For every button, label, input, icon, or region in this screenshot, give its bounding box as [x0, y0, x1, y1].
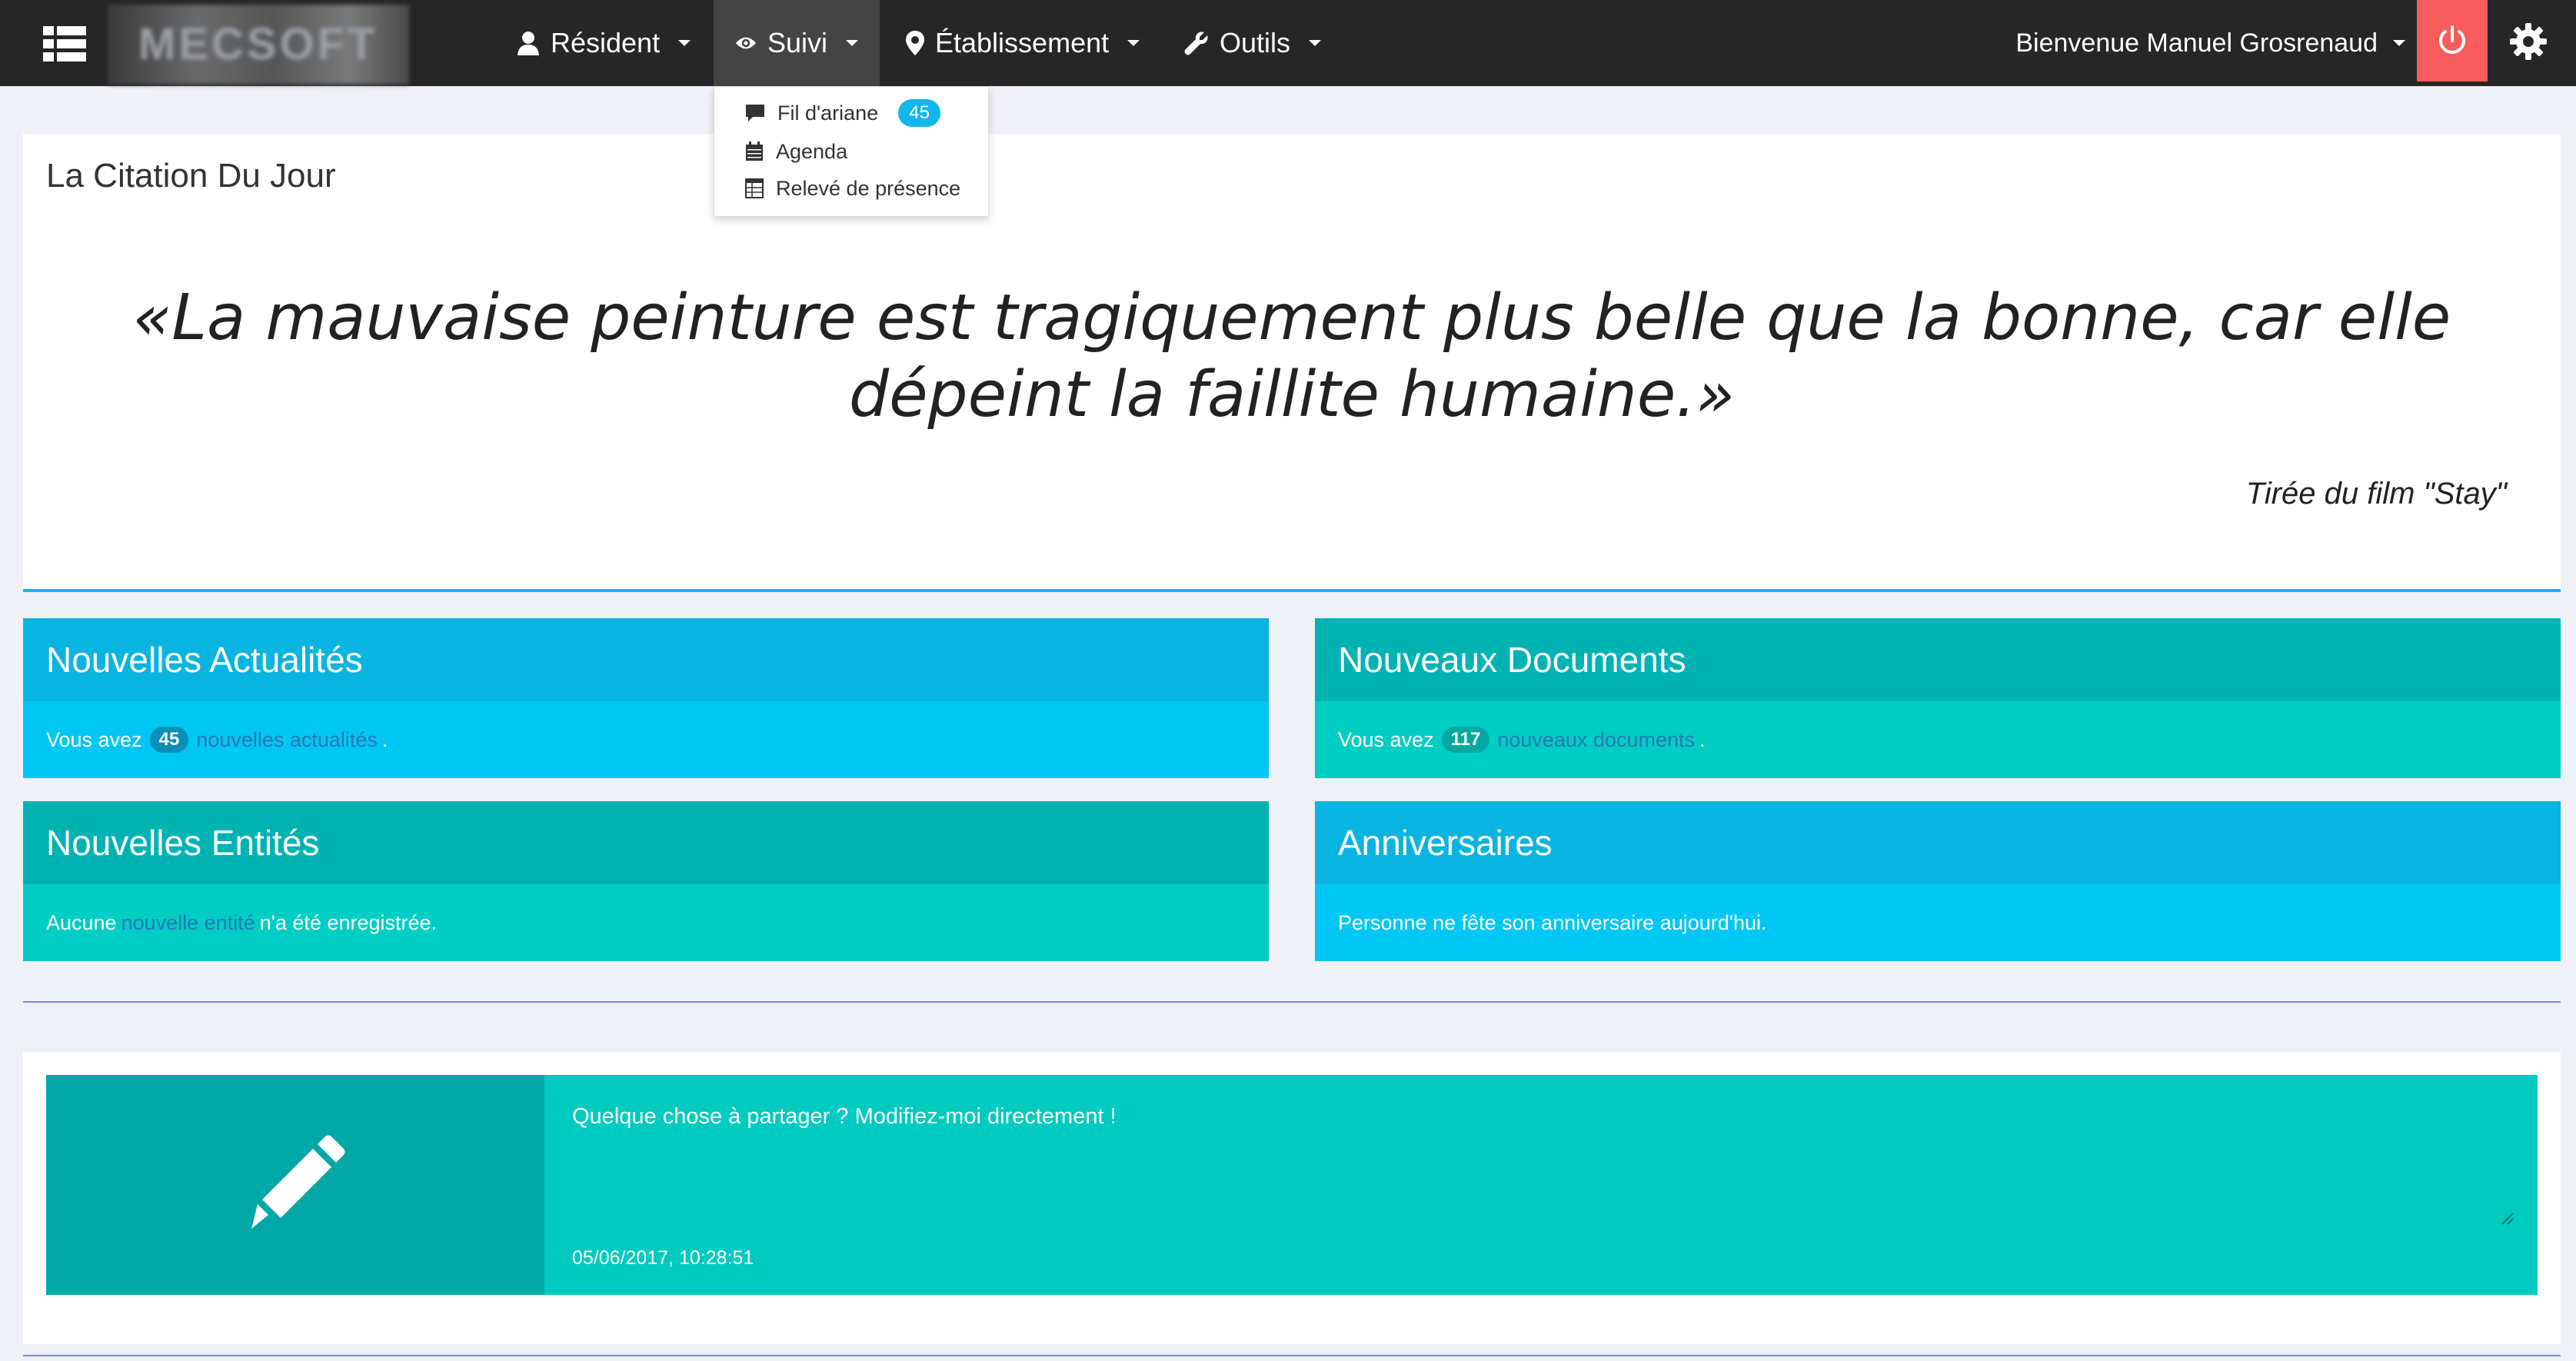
table-icon	[745, 178, 764, 198]
menu-item-fil-ariane[interactable]: Fil d'ariane 45	[745, 98, 940, 128]
menu-item-label: Agenda	[776, 139, 848, 163]
logout-button[interactable]	[2417, 0, 2488, 82]
quote-text: «La mauvaise peinture est tragiquement p…	[132, 281, 2451, 431]
documents-box: Nouveaux Documents Vous avez 117 nouveau…	[1315, 618, 2561, 778]
menu-item-label: Fil d'ariane	[777, 101, 879, 125]
entities-box-body: Aucune nouvelle entité n'a été enregistr…	[23, 884, 1269, 961]
wrench-icon	[1184, 32, 1208, 55]
calendar-icon	[746, 141, 763, 161]
power-icon	[2439, 25, 2465, 54]
nav-etablissement[interactable]: Établissement	[884, 0, 1161, 86]
news-box-title: Nouvelles Actualités	[23, 618, 1269, 701]
pencil-icon	[251, 1135, 345, 1229]
eye-icon	[735, 37, 757, 49]
birthdays-box: Anniversaires Personne ne fête son anniv…	[1315, 801, 2561, 961]
top-navbar: MECSOFT Résident Suivi Établissement Out…	[0, 0, 2576, 86]
news-link[interactable]: nouvelles actualités	[196, 728, 378, 752]
menu-item-agenda[interactable]: Agenda	[745, 136, 847, 167]
birthdays-box-title: Anniversaires	[1315, 801, 2561, 884]
share-timestamp: 05/06/2017, 10:28:51	[572, 1247, 754, 1269]
chevron-down-icon	[2393, 40, 2405, 46]
news-box: Nouvelles Actualités Vous avez 45 nouvel…	[23, 618, 1269, 778]
nav-suivi[interactable]: Suivi	[714, 0, 880, 86]
share-panel: Quelque chose à partager ? Modifiez-moi …	[23, 1052, 2561, 1344]
comment-icon	[746, 105, 764, 121]
documents-count-badge: 117	[1441, 727, 1490, 753]
menu-item-label: Relevé de présence	[776, 176, 961, 200]
chevron-down-icon	[846, 40, 858, 46]
news-count-badge: 45	[149, 727, 189, 753]
share-editable-area[interactable]: Quelque chose à partager ? Modifiez-moi …	[544, 1075, 2538, 1295]
birthdays-box-body: Personne ne fête son anniversaire aujour…	[1315, 884, 2561, 961]
menu-item-releve-presence[interactable]: Relevé de présence	[745, 173, 960, 204]
nav-resident-label: Résident	[551, 27, 661, 58]
entities-prefix: Aucune	[46, 910, 117, 934]
quote-source: Tirée du film "Stay"	[2245, 477, 2507, 511]
documents-prefix: Vous avez	[1338, 727, 1434, 751]
welcome-text: Bienvenue Manuel Grosrenaud	[2015, 28, 2378, 58]
news-prefix: Vous avez	[46, 727, 142, 751]
suivi-dropdown-menu: Fil d'ariane 45 Agenda Relevé de présence	[714, 86, 989, 217]
nav-outils-label: Outils	[1220, 27, 1291, 58]
chevron-down-icon	[1127, 40, 1140, 46]
documents-link[interactable]: nouveaux documents	[1497, 728, 1695, 752]
resize-handle-icon[interactable]	[2501, 1212, 2514, 1226]
chevron-down-icon	[678, 40, 691, 46]
nav-suivi-label: Suivi	[767, 27, 827, 58]
nav-etablissement-label: Établissement	[935, 27, 1110, 58]
nav-outils[interactable]: Outils	[1163, 0, 1343, 86]
birthdays-text: Personne ne fête son anniversaire aujour…	[1338, 910, 1767, 934]
user-icon	[518, 32, 539, 55]
fil-ariane-count-badge: 45	[898, 99, 940, 127]
news-suffix: .	[381, 727, 388, 751]
user-menu[interactable]: Bienvenue Manuel Grosrenaud	[2015, 0, 2405, 86]
entities-link[interactable]: nouvelle entité	[121, 911, 255, 935]
map-marker-icon	[906, 31, 924, 55]
brand-logo[interactable]: MECSOFT	[108, 5, 409, 85]
entities-suffix: n'a été enregistrée.	[259, 910, 438, 934]
documents-suffix: .	[1699, 727, 1706, 751]
quote-title: La Citation Du Jour	[46, 157, 336, 195]
entities-box: Nouvelles Entités Aucune nouvelle entité…	[23, 801, 1269, 961]
documents-box-title: Nouveaux Documents	[1315, 618, 2561, 701]
share-icon-box	[46, 1075, 544, 1295]
quote-panel: La Citation Du Jour «La mauvaise peintur…	[23, 134, 2561, 592]
gear-icon[interactable]	[2508, 22, 2548, 62]
news-box-body: Vous avez 45 nouvelles actualités .	[23, 701, 1269, 778]
nav-resident[interactable]: Résident	[495, 0, 712, 86]
section-divider	[23, 1001, 2561, 1003]
share-text[interactable]: Quelque chose à partager ? Modifiez-moi …	[572, 1104, 1117, 1130]
bottom-divider	[23, 1355, 2561, 1356]
quote-divider	[23, 589, 2561, 592]
menu-list-icon[interactable]	[43, 26, 86, 62]
documents-box-body: Vous avez 117 nouveaux documents .	[1315, 701, 2561, 778]
entities-box-title: Nouvelles Entités	[23, 801, 1269, 884]
chevron-down-icon	[1309, 40, 1322, 46]
